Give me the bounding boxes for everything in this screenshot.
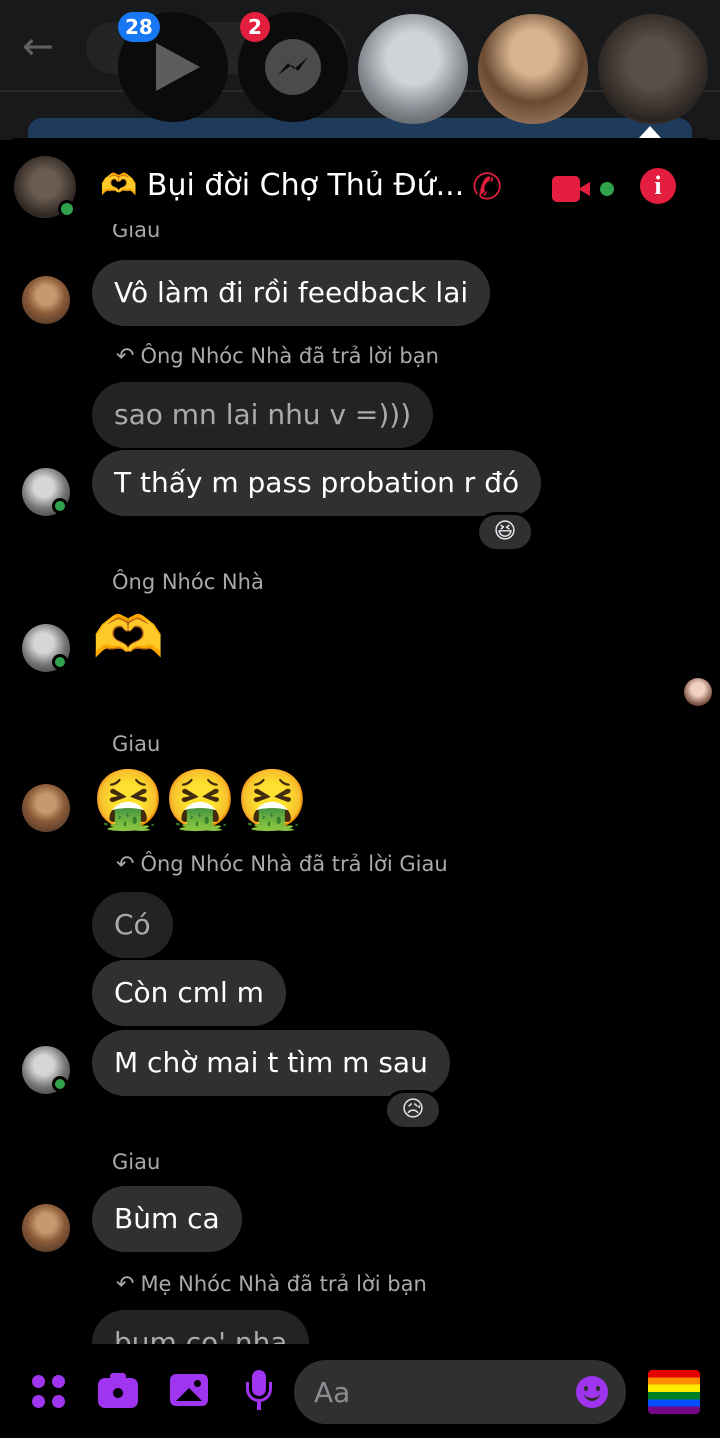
gallery-icon[interactable] <box>170 1370 210 1410</box>
quoted-message[interactable]: bum co' nha <box>92 1310 310 1344</box>
chat-head-messenger[interactable]: 2 <box>238 12 348 122</box>
back-arrow-icon: ← <box>22 24 54 68</box>
message-bubble[interactable]: Vô làm đi rồi feedback lai <box>92 260 491 326</box>
avatar[interactable] <box>22 624 70 672</box>
reply-label: ↶ Ông Nhóc Nhà đã trả lời Giau <box>116 852 448 877</box>
message-list[interactable]: Giau Vô làm đi rồi feedback lai ↶ Ông Nhó… <box>0 224 720 1344</box>
reply-label: ↶ Mẹ Nhóc Nhà đã trả lời bạn <box>116 1272 427 1297</box>
quoted-message[interactable]: sao mn lai nhu v =))) <box>92 382 434 448</box>
chat-title[interactable]: 🫶 Bụi đời Chợ Thủ Đứ... <box>100 168 464 203</box>
sender-name: Ông Nhóc Nhà <box>112 570 264 594</box>
message-bubble[interactable]: Còn cml m <box>92 960 286 1026</box>
seen-avatar <box>684 678 712 706</box>
avatar[interactable] <box>22 1204 70 1252</box>
sender-name: Giau <box>112 1150 161 1174</box>
reply-icon: ↶ <box>116 852 135 877</box>
reply-icon: ↶ <box>116 344 135 369</box>
chat-head-active-group[interactable] <box>598 14 708 124</box>
avatar[interactable] <box>22 784 70 832</box>
emoji-icon[interactable] <box>576 1376 608 1408</box>
sender-name: Giau <box>112 224 161 242</box>
messenger-icon <box>265 39 321 95</box>
group-avatar[interactable] <box>14 156 76 218</box>
avatar[interactable] <box>22 468 70 516</box>
sender-name: Giau <box>112 732 161 756</box>
apps-icon[interactable] <box>32 1370 72 1410</box>
phone-icon[interactable]: ✆ <box>472 168 502 208</box>
reply-icon: ↶ <box>116 1272 135 1297</box>
online-indicator <box>52 654 68 670</box>
online-indicator <box>52 498 68 514</box>
avatar[interactable] <box>22 276 70 324</box>
video-call-icon[interactable] <box>552 176 614 202</box>
chat-head-videos[interactable]: 28 <box>118 12 228 122</box>
reaction-badge[interactable]: 😆 <box>476 512 534 552</box>
pride-flag-icon[interactable] <box>648 1370 700 1414</box>
unread-badge-messenger: 2 <box>240 12 270 42</box>
chat-panel: 🫶 Bụi đời Chợ Thủ Đứ... ✆ i Giau Vô làm … <box>0 138 720 1438</box>
active-chat-head-indicator <box>639 126 661 138</box>
message-input-container <box>294 1360 626 1424</box>
chat-head-group-photo[interactable] <box>358 14 468 124</box>
message-composer <box>0 1346 720 1438</box>
message-input[interactable] <box>314 1360 554 1424</box>
reply-label: ↶ Ông Nhóc Nhà đã trả lời bạn <box>116 344 439 369</box>
online-indicator <box>52 1076 68 1092</box>
message-bubble[interactable]: Bùm ca <box>92 1186 242 1252</box>
info-icon[interactable]: i <box>640 168 676 204</box>
message-bubble[interactable]: M chờ mai t tìm m sau <box>92 1030 450 1096</box>
online-indicator <box>58 200 76 218</box>
chat-header: 🫶 Bụi đời Chợ Thủ Đứ... ✆ i <box>0 138 720 238</box>
reaction-badge[interactable]: 😥 <box>384 1090 442 1130</box>
microphone-icon[interactable] <box>244 1370 284 1410</box>
play-icon <box>156 43 200 91</box>
quoted-message[interactable]: Có <box>92 892 173 958</box>
avatar[interactable] <box>22 1046 70 1094</box>
active-call-dot <box>600 182 614 196</box>
unread-badge-videos: 28 <box>118 12 160 42</box>
emoji-message[interactable]: 🤮🤮🤮 <box>92 766 309 832</box>
message-bubble[interactable]: T thấy m pass probation r đó <box>92 450 542 516</box>
camera-icon[interactable] <box>98 1370 138 1410</box>
chat-head-contact[interactable] <box>478 14 588 124</box>
emoji-message[interactable]: 🫶 <box>92 604 164 670</box>
